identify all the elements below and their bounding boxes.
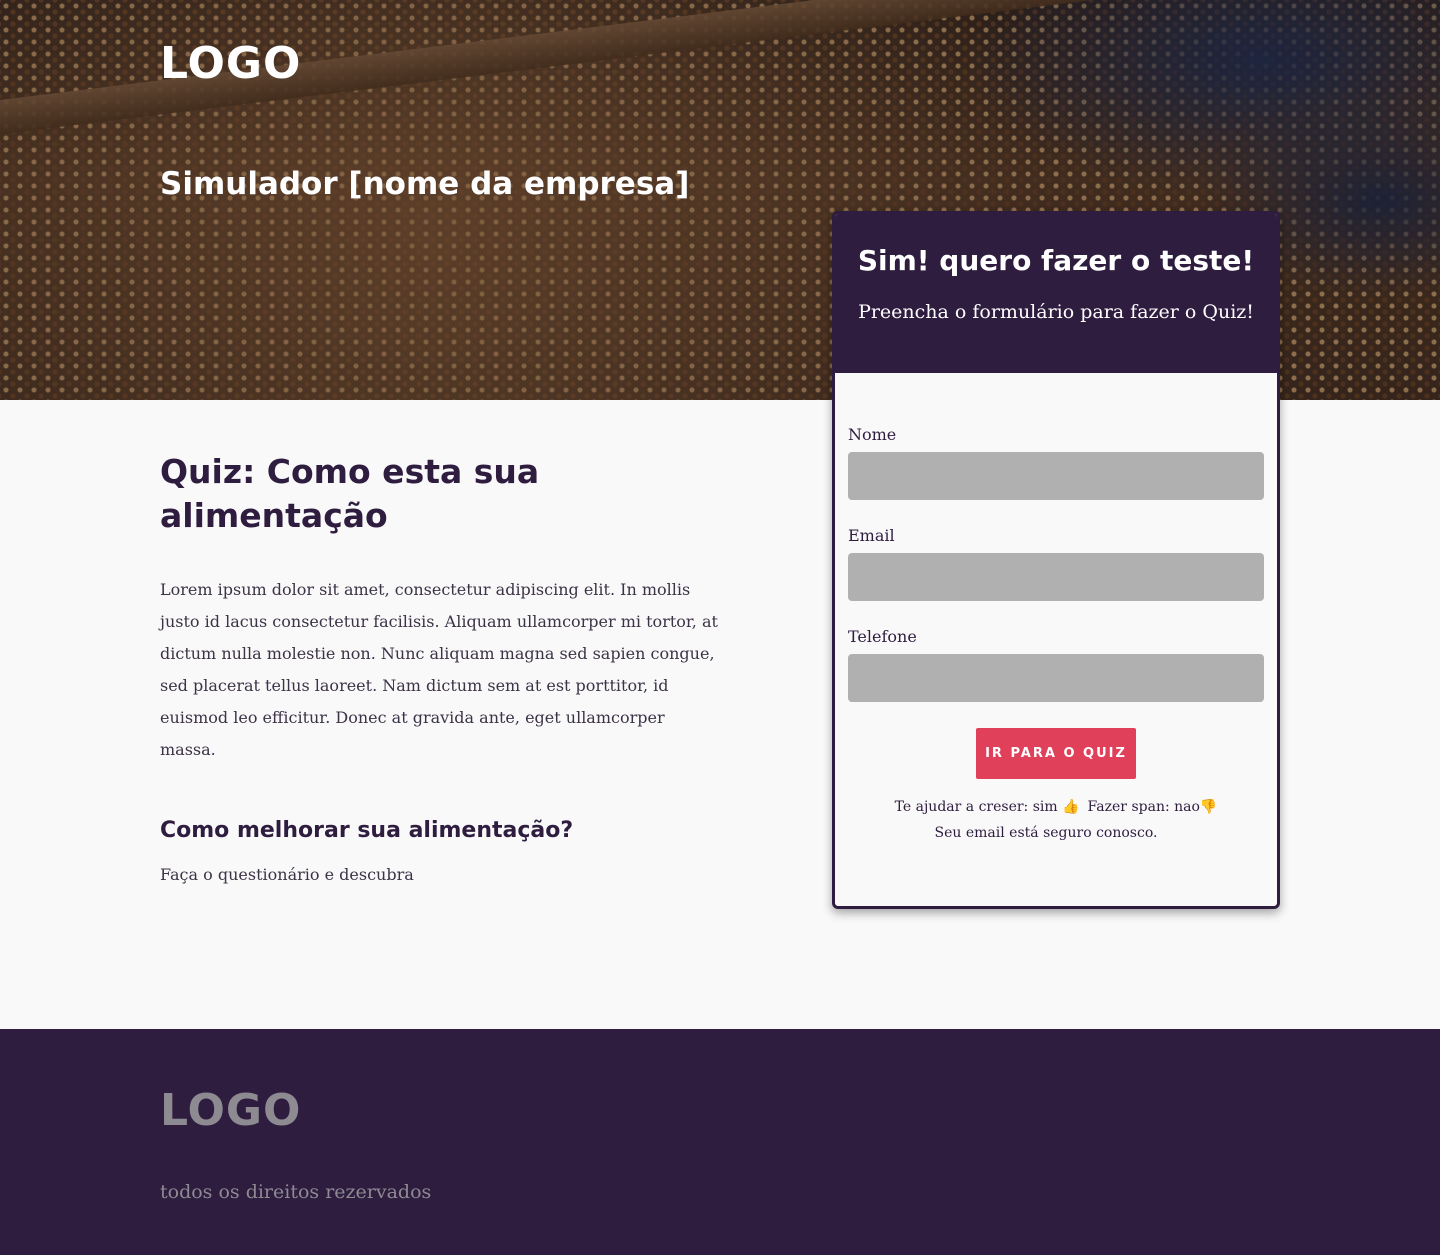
footer-logo[interactable]: LOGO	[160, 1085, 301, 1136]
consent-note-no: Fazer span: nao👎	[1087, 799, 1218, 815]
go-to-quiz-button[interactable]: IR PARA O QUIZ	[976, 728, 1136, 779]
sub-heading: Como melhorar sua alimentação?	[160, 818, 574, 843]
main-content: Quiz: Como esta sua alimentação Lorem ip…	[160, 450, 720, 884]
sub-text: Faça o questionário e descubra	[160, 865, 414, 884]
copyright-text: todos os direitos rezervados	[160, 1181, 432, 1203]
quiz-title: Quiz: Como esta sua alimentação	[160, 452, 540, 535]
signup-form-card: Sim! quero fazer o teste! Preencha o for…	[832, 211, 1280, 909]
name-field[interactable]	[848, 452, 1264, 500]
hero-title: Simulador [nome da empresa]	[160, 166, 690, 202]
header-logo[interactable]: LOGO	[160, 38, 301, 89]
phone-label: Telefone	[848, 627, 917, 646]
phone-field[interactable]	[848, 654, 1264, 702]
consent-note: Te ajudar a creser: sim 👍 Fazer span: nao…	[848, 799, 1264, 815]
form-description: Preencha o formulário para fazer o Quiz!	[858, 301, 1254, 323]
signup-form: Nome Email Telefone IR PARA O QUIZ Te aj…	[835, 373, 1277, 841]
footer: LOGO todos os direitos rezervados	[0, 1029, 1440, 1255]
form-title: Sim! quero fazer o teste!	[857, 244, 1255, 277]
email-field[interactable]	[848, 553, 1264, 601]
form-header: Sim! quero fazer o teste! Preencha o for…	[835, 214, 1277, 373]
submit-row: IR PARA O QUIZ	[848, 728, 1264, 779]
name-label: Nome	[848, 425, 897, 444]
secure-email-note: Seu email está seguro conosco.	[934, 825, 1158, 841]
consent-note-yes: Te ajudar a creser: sim 👍	[894, 799, 1080, 815]
intro-paragraph: Lorem ipsum dolor sit amet, consectetur …	[160, 580, 718, 759]
email-label: Email	[848, 526, 895, 545]
